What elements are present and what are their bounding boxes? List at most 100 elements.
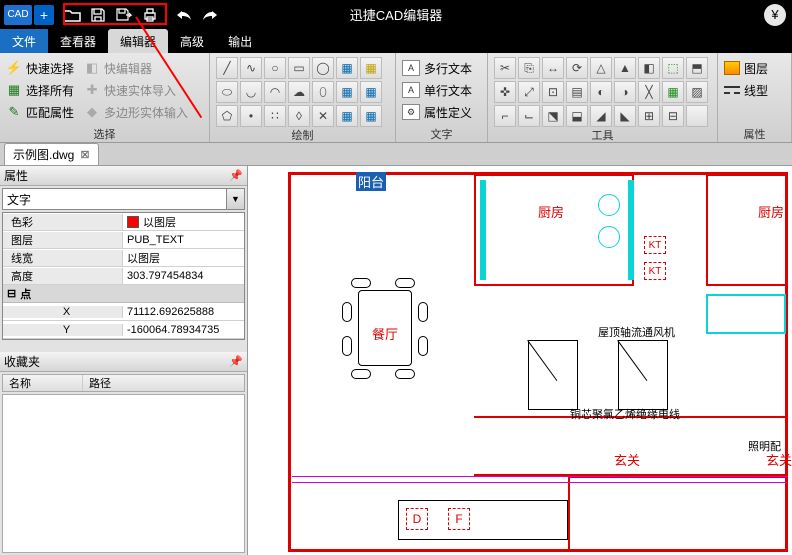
layer-button[interactable]: 图层: [744, 60, 768, 77]
draw-tool-9[interactable]: ◡: [240, 81, 262, 103]
open-icon[interactable]: [60, 4, 84, 26]
tab-file[interactable]: 文件: [0, 29, 48, 53]
tool-4[interactable]: ⟳: [566, 57, 588, 79]
match-props-button[interactable]: 匹配属性: [26, 104, 74, 121]
draw-tool-7[interactable]: ▦: [360, 57, 382, 79]
favorites-list[interactable]: [2, 394, 245, 553]
fav-col-name[interactable]: 名称: [3, 375, 83, 391]
tool-16[interactable]: ╳: [638, 81, 660, 103]
prop-x-label: X: [3, 306, 123, 318]
prop-height-value[interactable]: 303.797454834: [123, 270, 244, 282]
draw-tool-1[interactable]: ╱: [216, 57, 238, 79]
saveas-icon[interactable]: [112, 4, 136, 26]
select-all-button[interactable]: 选择所有: [26, 82, 74, 99]
poly-import-button[interactable]: 多边形实体输入: [104, 104, 188, 121]
label-kitchen-1: 厨房: [538, 202, 564, 221]
props-type-combo[interactable]: 文字: [2, 188, 227, 210]
tool-15[interactable]: ◑: [614, 81, 636, 103]
singletext-button[interactable]: 单行文本: [424, 82, 472, 99]
close-doc-icon[interactable]: ⊠: [80, 148, 89, 161]
tab-output[interactable]: 输出: [216, 29, 264, 53]
quick-editor-button[interactable]: 快编辑器: [104, 60, 152, 77]
ribbon-group-text-label: 文字: [402, 126, 481, 142]
drawing-canvas[interactable]: KT KT D F 阳台 厨房 厨房 餐厅 屋顶轴流通风机 铜芯聚氯乙烯绝缘电线…: [248, 166, 792, 555]
new-button[interactable]: +: [34, 5, 54, 25]
tool-24[interactable]: ◣: [614, 105, 636, 127]
ribbon-group-draw-label: 绘制: [216, 127, 389, 143]
tool-14[interactable]: ◐: [590, 81, 612, 103]
tool-21[interactable]: ⬔: [542, 105, 564, 127]
draw-tool-3[interactable]: ○: [264, 57, 286, 79]
app-logo: CAD: [4, 5, 32, 25]
tool-18[interactable]: ▨: [686, 81, 708, 103]
tab-advanced[interactable]: 高级: [168, 29, 216, 53]
tool-7[interactable]: ◧: [638, 57, 660, 79]
tool-11[interactable]: ⤢: [518, 81, 540, 103]
tool-10[interactable]: ✜: [494, 81, 516, 103]
prop-lw-value[interactable]: 以图层: [123, 250, 244, 266]
prop-color-value[interactable]: 以图层: [123, 214, 244, 230]
prop-layer-value[interactable]: PUB_TEXT: [123, 234, 244, 246]
tool-13[interactable]: ▤: [566, 81, 588, 103]
save-icon[interactable]: [86, 4, 110, 26]
tool-23[interactable]: ◢: [590, 105, 612, 127]
draw-tool-19[interactable]: ✕: [312, 105, 334, 127]
draw-tool-14[interactable]: ▦: [360, 81, 382, 103]
tool-25[interactable]: ⊞: [638, 105, 660, 127]
currency-icon[interactable]: ¥: [764, 4, 786, 26]
draw-tool-17[interactable]: ∷: [264, 105, 286, 127]
tool-22[interactable]: ⬓: [566, 105, 588, 127]
tool-17[interactable]: ▦: [662, 81, 684, 103]
tool-9[interactable]: ⬒: [686, 57, 708, 79]
draw-tool-10[interactable]: ◠: [264, 81, 286, 103]
draw-tool-16[interactable]: •: [240, 105, 262, 127]
prop-layer-label: 图层: [3, 232, 123, 248]
quick-select-button[interactable]: 快速选择: [26, 60, 74, 77]
draw-tool-15[interactable]: ⬠: [216, 105, 238, 127]
tool-12[interactable]: ⊡: [542, 81, 564, 103]
tab-editor[interactable]: 编辑器: [108, 29, 168, 53]
draw-tool-11[interactable]: ☁: [288, 81, 310, 103]
d-marker: D: [406, 508, 428, 530]
document-tab[interactable]: 示例图.dwg ⊠: [4, 143, 99, 165]
tab-viewer[interactable]: 查看器: [48, 29, 108, 53]
tool-8[interactable]: ⬚: [662, 57, 684, 79]
draw-tool-12[interactable]: ⬯: [312, 81, 334, 103]
tool-2[interactable]: ⎘: [518, 57, 540, 79]
multitext-icon: A: [402, 60, 420, 76]
prop-y-value[interactable]: -160064.78934735: [123, 324, 244, 336]
print-icon[interactable]: [138, 4, 162, 26]
prop-x-value[interactable]: 71112.692625888: [123, 306, 244, 318]
multitext-button[interactable]: 多行文本: [424, 60, 472, 77]
draw-tool-13[interactable]: ▦: [336, 81, 358, 103]
draw-tool-6[interactable]: ▦: [336, 57, 358, 79]
label-balcony[interactable]: 阳台: [356, 172, 386, 191]
draw-tool-18[interactable]: ◊: [288, 105, 310, 127]
tool-1[interactable]: ✂: [494, 57, 516, 79]
props-panel-title: 属性: [4, 167, 28, 184]
tool-5[interactable]: △: [590, 57, 612, 79]
chevron-down-icon[interactable]: ▼: [227, 188, 245, 210]
pin-icon-2[interactable]: 📌: [229, 355, 243, 368]
tool-19[interactable]: ⌐: [494, 105, 516, 127]
draw-tool-2[interactable]: ∿: [240, 57, 262, 79]
pin-icon[interactable]: 📌: [229, 169, 243, 182]
tool-20[interactable]: ⌙: [518, 105, 540, 127]
document-name: 示例图.dwg: [13, 146, 74, 163]
draw-tool-20[interactable]: ▦: [336, 105, 358, 127]
draw-tool-5[interactable]: ◯: [312, 57, 334, 79]
solid-import-button[interactable]: 快速实体导入: [104, 82, 176, 99]
draw-tool-4[interactable]: ▭: [288, 57, 310, 79]
attrdef-button[interactable]: 属性定义: [424, 104, 472, 121]
fav-col-path[interactable]: 路径: [83, 375, 117, 391]
linetype-button[interactable]: 线型: [744, 82, 768, 99]
draw-tool-8[interactable]: ⬭: [216, 81, 238, 103]
redo-icon[interactable]: [198, 4, 222, 26]
undo-icon[interactable]: [172, 4, 196, 26]
tool-26[interactable]: ⊟: [662, 105, 684, 127]
draw-tool-21[interactable]: ▦: [360, 105, 382, 127]
tool-27[interactable]: [686, 105, 708, 127]
tool-3[interactable]: ↔: [542, 57, 564, 79]
label-fan: 屋顶轴流通风机: [598, 324, 675, 340]
tool-6[interactable]: ▲: [614, 57, 636, 79]
